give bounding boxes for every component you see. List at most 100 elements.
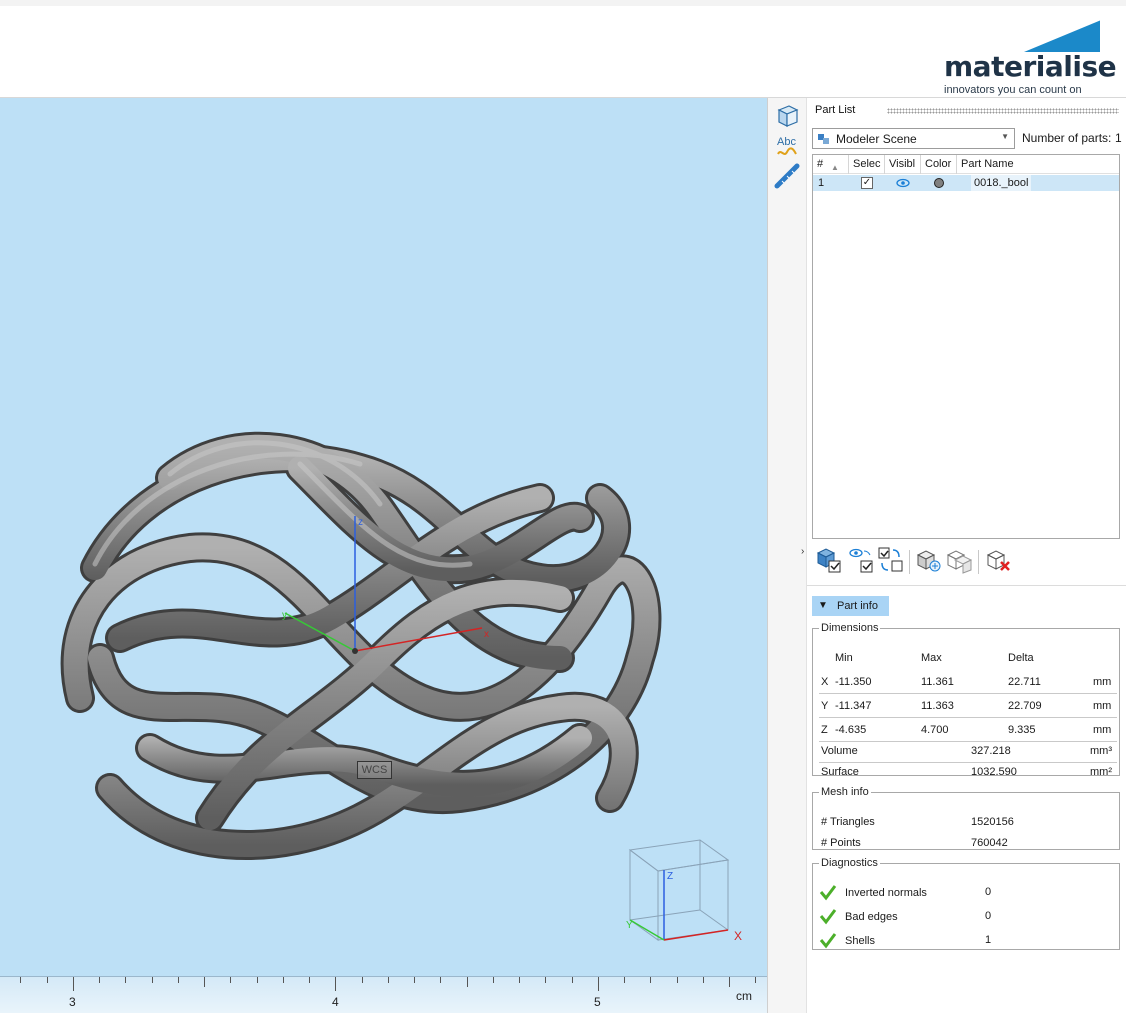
text-annotation-icon[interactable]: Abc [772, 132, 802, 160]
table-row[interactable]: 1 ✓ 0018._bool [813, 175, 1119, 191]
dim-z-min: -4.635 [835, 724, 867, 736]
ruler-label-3: 3 [69, 995, 76, 1009]
points-label: # Points [821, 837, 861, 849]
part-list-title: Part List [815, 104, 856, 116]
dim-y-unit: mm [1093, 700, 1112, 712]
knot-model[interactable]: z x y Z X Y [0, 98, 767, 976]
mesh-info-title: Mesh info [821, 786, 869, 798]
svg-text:Abc: Abc [777, 136, 796, 148]
col-part-name[interactable]: Part Name [957, 155, 1119, 174]
check-icon [819, 933, 837, 949]
visibility-eye-icon[interactable] [896, 178, 910, 188]
ruler-label-5: 5 [594, 995, 601, 1009]
view-cube-icon[interactable] [772, 102, 802, 130]
bad-edges-label: Bad edges [845, 911, 898, 923]
materialise-logo: materialise innovators you can count on [940, 16, 1117, 100]
dimensions-group: Dimensions Min Max Delta X -11.350 11.36… [812, 622, 1120, 778]
volume-value: 327.218 [971, 745, 1011, 757]
ruler-label-4: 4 [332, 995, 339, 1009]
x-axis-label: x [484, 629, 489, 640]
sort-up-icon: ▲ [831, 163, 839, 172]
surface-unit: mm² [1090, 766, 1112, 778]
part-info-toggle[interactable]: ▼ Part info [812, 596, 889, 616]
toggle-visibility-icon[interactable] [847, 546, 875, 574]
volume-unit: mm³ [1090, 745, 1112, 757]
app-header: materialise innovators you can count on [0, 0, 1126, 98]
col-visible[interactable]: Visibl [885, 155, 921, 174]
number-of-parts-value: 1 [1115, 131, 1122, 145]
panel-grip[interactable] [887, 108, 1119, 114]
number-of-parts-label: Number of parts: [1022, 131, 1112, 145]
logo-wedge-icon [1024, 20, 1100, 52]
dim-y-axis: Y [821, 700, 829, 712]
dim-z-delta: 9.335 [1008, 724, 1036, 736]
check-icon [819, 885, 837, 901]
col-min: Min [835, 652, 853, 664]
surface-value: 1032.590 [971, 766, 1017, 778]
wcs-label: WCS [357, 761, 392, 779]
dimensions-title: Dimensions [821, 622, 879, 634]
bad-edges-value: 0 [985, 910, 992, 922]
scale-ruler: 3 4 5 cm [0, 976, 767, 1013]
points-value: 760042 [971, 837, 1008, 849]
duplicate-part-icon[interactable] [915, 546, 943, 574]
part-list-table[interactable]: # ▲ Selec Visibl Color Part Name 1 ✓ 0018… [812, 154, 1120, 539]
row-number: 1 [818, 177, 825, 189]
color-swatch-icon[interactable] [933, 177, 945, 189]
logo-tagline: innovators you can count on [944, 84, 1082, 96]
triangles-label: # Triangles [821, 816, 875, 828]
measure-ruler-icon[interactable] [772, 162, 802, 190]
cube-x-label: X [734, 929, 742, 943]
tool-strip: Abc › [767, 98, 807, 1013]
chevron-down-icon: ▼ [1001, 132, 1009, 141]
table-header: # ▲ Selec Visibl Color Part Name [813, 155, 1119, 174]
cube-z-label: Z [667, 871, 673, 882]
dim-z-unit: mm [1093, 724, 1112, 736]
check-icon [819, 909, 837, 925]
scene-dropdown-value: Modeler Scene [836, 132, 917, 146]
ruler-unit: cm [736, 989, 752, 1003]
col-number[interactable]: # ▲ [813, 155, 849, 174]
triangles-value: 1520156 [971, 816, 1014, 828]
orientation-cube[interactable]: Z X Y [626, 839, 742, 943]
y-axis-label: y [282, 610, 287, 621]
inverted-normals-label: Inverted normals [845, 887, 927, 899]
col-delta: Delta [1008, 652, 1034, 664]
invert-selection-icon[interactable] [877, 546, 905, 574]
dim-x-unit: mm [1093, 676, 1112, 688]
mesh-info-group: Mesh info # Triangles 1520156 # Points 7… [812, 786, 1120, 850]
dim-x-axis: X [821, 676, 829, 688]
part-actions-bar [815, 546, 1121, 580]
select-checkbox[interactable]: ✓ [861, 177, 873, 189]
dim-x-delta: 22.711 [1008, 676, 1041, 688]
cube-y-label: Y [626, 920, 633, 931]
dim-y-delta: 22.709 [1008, 700, 1042, 712]
diagnostics-title: Diagnostics [821, 857, 878, 869]
part-panel: Part List Modeler Scene ▼ Number of part… [807, 98, 1126, 1013]
col-select[interactable]: Selec [849, 155, 885, 174]
col-color[interactable]: Color [921, 155, 957, 174]
inverted-normals-value: 0 [985, 886, 992, 898]
select-all-icon[interactable] [815, 546, 843, 574]
dim-z-max: 4.700 [921, 724, 949, 736]
dim-y-min: -11.347 [835, 700, 872, 712]
wireframe-part-icon[interactable] [945, 546, 973, 574]
volume-label: Volume [821, 745, 858, 757]
dim-x-max: 11.361 [921, 676, 954, 688]
scene-icon [818, 134, 829, 144]
dim-x-min: -11.350 [835, 676, 872, 688]
shells-label: Shells [845, 935, 875, 947]
scene-dropdown[interactable]: Modeler Scene ▼ [812, 128, 1015, 149]
3d-viewport[interactable]: z x y Z X Y WCS [0, 98, 767, 976]
diagnostics-group: Diagnostics Inverted normals 0 Bad edges… [812, 857, 1120, 950]
part-name[interactable]: 0018._bool [971, 175, 1032, 191]
delete-part-icon[interactable] [985, 546, 1013, 574]
collapse-triangle-icon: ▼ [818, 600, 828, 611]
surface-label: Surface [821, 766, 859, 778]
logo-wordmark: materialise [944, 50, 1117, 83]
z-axis-label: z [358, 517, 363, 528]
dim-y-max: 11.363 [921, 700, 954, 712]
col-max: Max [921, 652, 942, 664]
shells-value: 1 [985, 934, 992, 946]
dim-z-axis: Z [821, 724, 828, 736]
